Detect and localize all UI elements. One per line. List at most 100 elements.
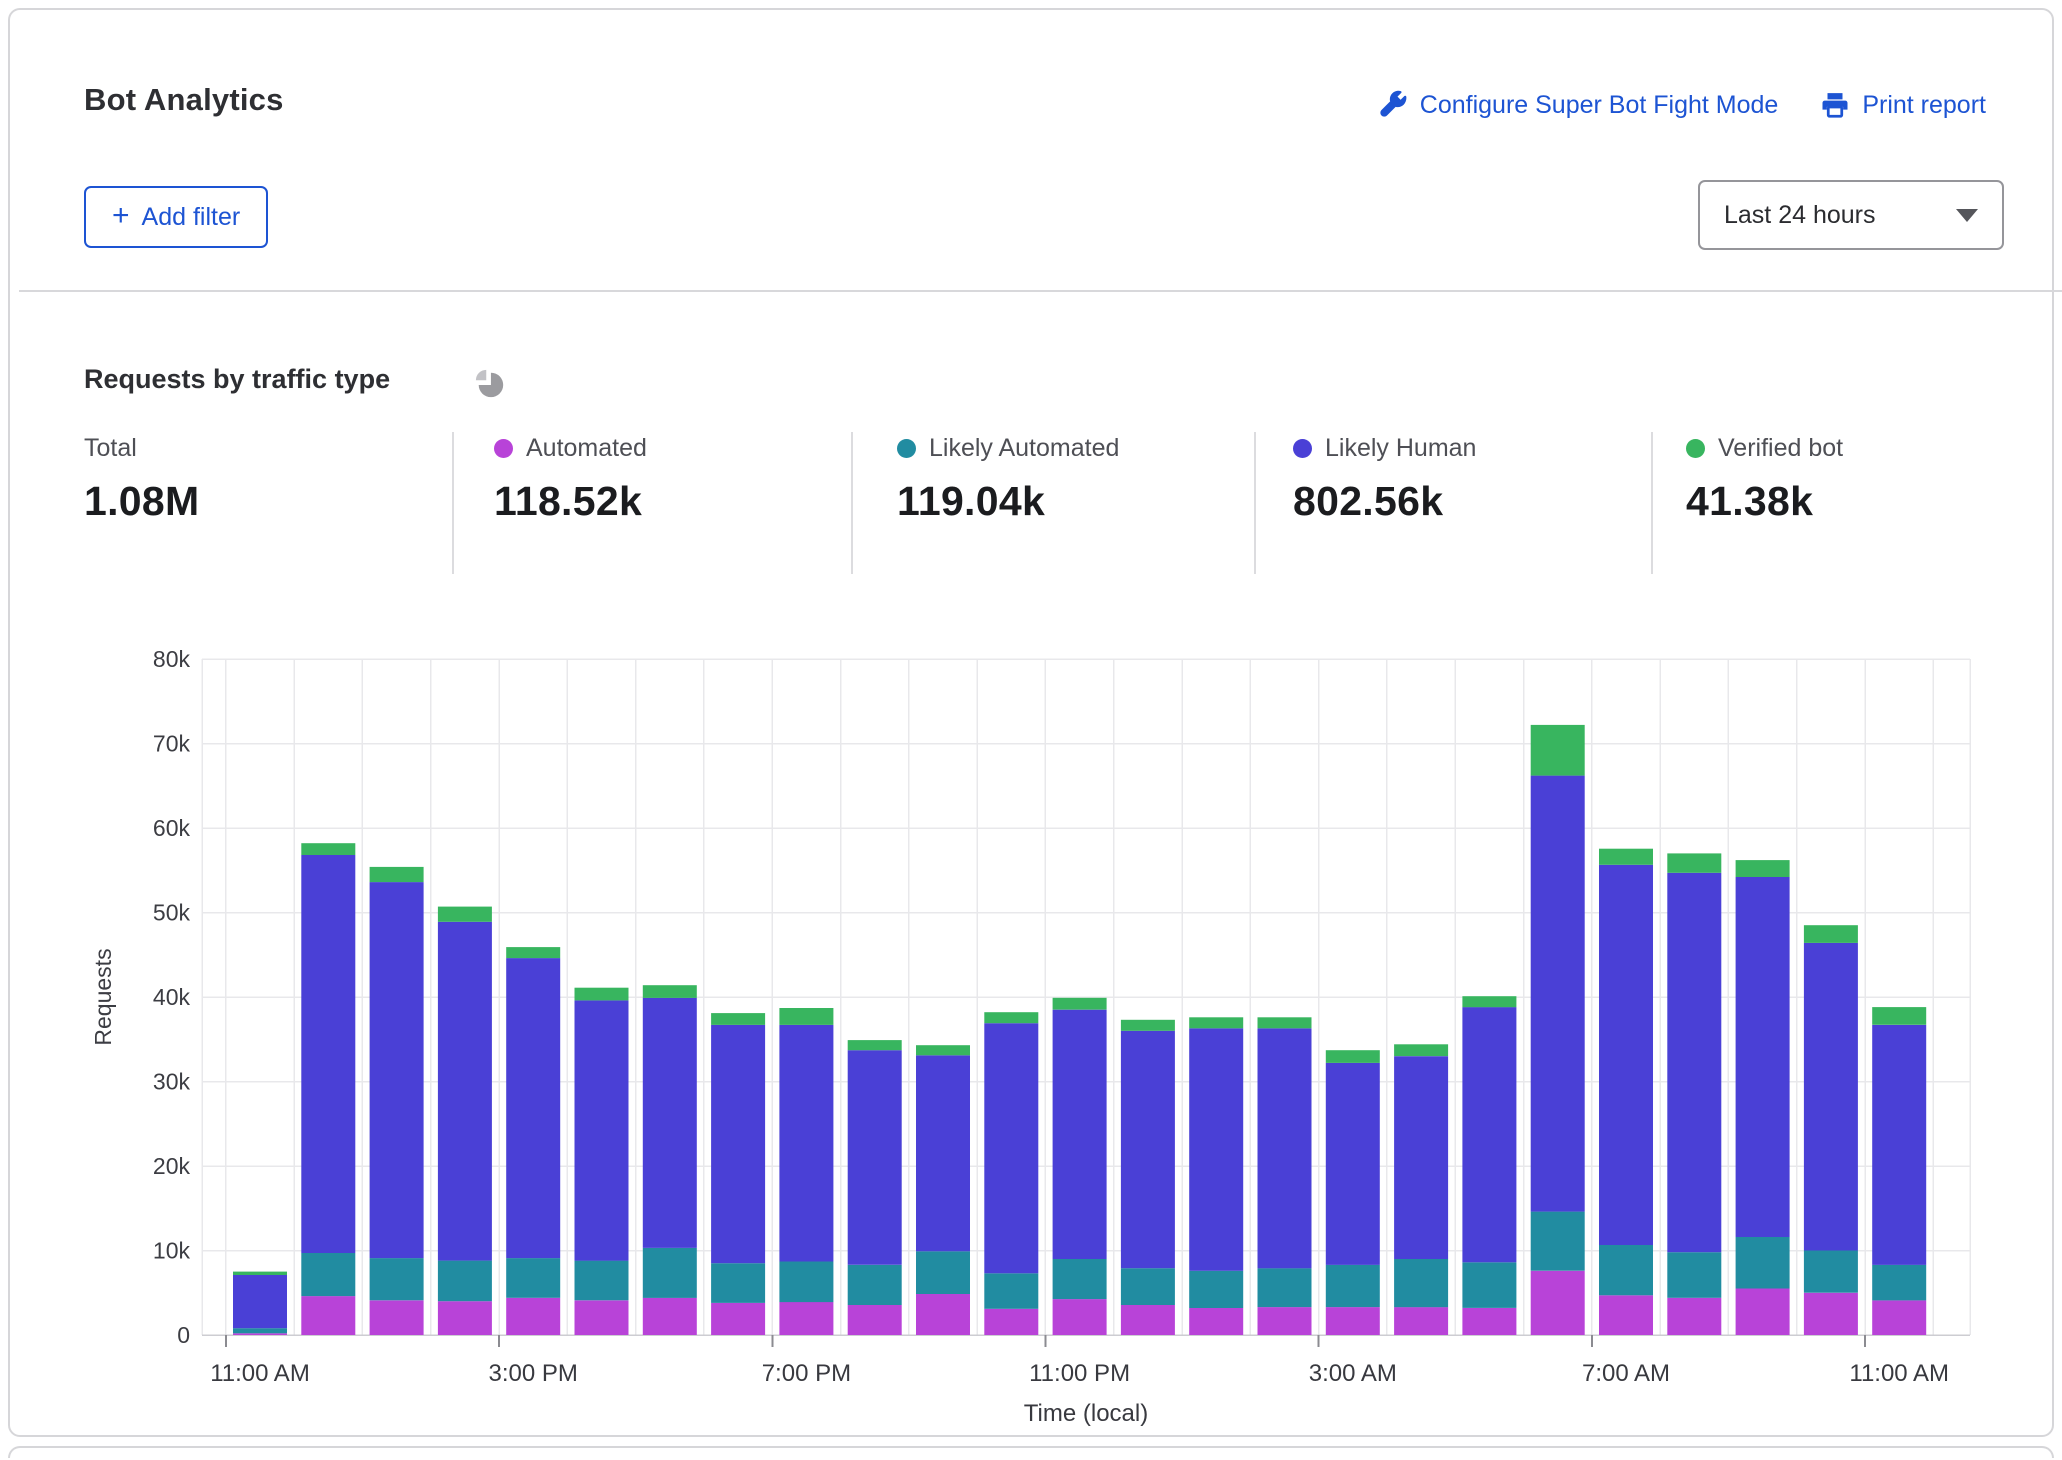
chart-bar[interactable] [984,1012,1038,1335]
chart-bar[interactable] [1258,1017,1312,1335]
chart-bar[interactable] [1736,860,1790,1335]
chart-bar[interactable] [301,843,355,1335]
bar-segment-automated[interactable] [1872,1300,1926,1335]
bar-segment-verified-bot[interactable] [848,1040,902,1050]
bar-segment-likely-human[interactable] [1804,943,1858,1251]
bar-segment-likely-automated[interactable] [1394,1259,1448,1307]
bar-segment-likely-human[interactable] [1736,877,1790,1237]
bar-segment-likely-human[interactable] [438,922,492,1261]
bar-segment-likely-human[interactable] [1667,873,1721,1252]
bar-segment-likely-automated[interactable] [1258,1268,1312,1307]
chart-bar[interactable] [1121,1020,1175,1335]
bar-segment-likely-human[interactable] [1326,1063,1380,1265]
bar-segment-likely-human[interactable] [1599,865,1653,1245]
bar-segment-automated[interactable] [779,1302,833,1335]
bar-segment-verified-bot[interactable] [1462,996,1516,1007]
bar-segment-verified-bot[interactable] [711,1013,765,1025]
bar-segment-likely-automated[interactable] [1804,1251,1858,1293]
chart-bar[interactable] [643,985,697,1335]
bar-segment-likely-automated[interactable] [506,1258,560,1298]
bar-segment-likely-automated[interactable] [575,1261,629,1301]
bar-segment-likely-human[interactable] [1121,1031,1175,1268]
bar-segment-verified-bot[interactable] [643,985,697,998]
bar-segment-likely-human[interactable] [1531,776,1585,1212]
bar-segment-likely-human[interactable] [575,1000,629,1260]
bar-segment-likely-automated[interactable] [1189,1271,1243,1308]
bar-segment-verified-bot[interactable] [1121,1020,1175,1031]
bar-segment-automated[interactable] [575,1300,629,1335]
bar-segment-likely-human[interactable] [643,998,697,1248]
bar-segment-verified-bot[interactable] [1053,998,1107,1010]
chart-bar[interactable] [1053,998,1107,1335]
bar-segment-verified-bot[interactable] [779,1008,833,1025]
bar-segment-automated[interactable] [506,1298,560,1335]
bar-segment-verified-bot[interactable] [1394,1044,1448,1056]
bar-segment-automated[interactable] [438,1301,492,1335]
bar-segment-likely-automated[interactable] [779,1262,833,1303]
bar-segment-likely-human[interactable] [1394,1056,1448,1259]
bar-segment-verified-bot[interactable] [1258,1017,1312,1028]
chart-bar[interactable] [1872,1007,1926,1335]
chart-bar[interactable] [1804,925,1858,1335]
bar-segment-automated[interactable] [848,1305,902,1335]
chart-bar[interactable] [1531,725,1585,1335]
bar-segment-likely-human[interactable] [779,1025,833,1262]
bar-segment-likely-human[interactable] [1872,1025,1926,1265]
bar-segment-likely-automated[interactable] [984,1273,1038,1309]
bar-segment-automated[interactable] [1189,1308,1243,1335]
bar-segment-likely-automated[interactable] [1667,1252,1721,1298]
bar-segment-likely-automated[interactable] [1121,1268,1175,1305]
bar-segment-likely-automated[interactable] [1736,1237,1790,1289]
bar-segment-automated[interactable] [984,1309,1038,1335]
bar-segment-verified-bot[interactable] [1326,1050,1380,1063]
chart-bar[interactable] [711,1013,765,1335]
bar-segment-likely-human[interactable] [916,1055,970,1251]
bar-segment-automated[interactable] [1258,1307,1312,1335]
bar-segment-verified-bot[interactable] [1599,849,1653,865]
chart-bar[interactable] [1189,1017,1243,1335]
bar-segment-verified-bot[interactable] [984,1012,1038,1023]
bar-segment-verified-bot[interactable] [575,988,629,1001]
chart-bar[interactable] [370,867,424,1335]
chart-bar[interactable] [779,1008,833,1335]
bar-segment-likely-automated[interactable] [643,1248,697,1298]
bar-segment-verified-bot[interactable] [233,1272,287,1275]
chart-bar[interactable] [1394,1044,1448,1335]
bar-segment-likely-human[interactable] [1462,1007,1516,1262]
bar-segment-likely-automated[interactable] [438,1261,492,1302]
bar-segment-automated[interactable] [1667,1298,1721,1335]
bar-segment-likely-human[interactable] [506,958,560,1258]
bar-segment-verified-bot[interactable] [506,947,560,958]
bar-segment-verified-bot[interactable] [1736,860,1790,877]
bar-segment-likely-human[interactable] [233,1275,287,1328]
bar-segment-verified-bot[interactable] [1531,725,1585,776]
bar-segment-verified-bot[interactable] [370,867,424,882]
bar-segment-automated[interactable] [1053,1299,1107,1335]
bar-segment-likely-human[interactable] [1258,1028,1312,1268]
chart-bar[interactable] [848,1040,902,1335]
bar-segment-likely-automated[interactable] [370,1258,424,1300]
chart-bar[interactable] [1667,853,1721,1335]
bar-segment-verified-bot[interactable] [1667,853,1721,872]
bar-segment-likely-human[interactable] [1053,1010,1107,1259]
bar-segment-verified-bot[interactable] [1189,1017,1243,1028]
bar-segment-likely-human[interactable] [711,1025,765,1263]
bar-segment-verified-bot[interactable] [1872,1007,1926,1025]
chart-bar[interactable] [1326,1050,1380,1335]
chart-bar[interactable] [506,947,560,1335]
bar-segment-automated[interactable] [711,1303,765,1335]
bar-segment-likely-automated[interactable] [1326,1265,1380,1307]
bar-segment-likely-human[interactable] [301,855,355,1253]
bar-segment-likely-automated[interactable] [301,1253,355,1296]
bar-segment-automated[interactable] [1736,1289,1790,1336]
bar-segment-likely-automated[interactable] [1531,1212,1585,1271]
bar-segment-automated[interactable] [1121,1305,1175,1335]
bar-segment-likely-human[interactable] [984,1023,1038,1273]
bar-segment-automated[interactable] [1599,1295,1653,1335]
chart-bar[interactable] [575,988,629,1335]
bar-segment-verified-bot[interactable] [1804,925,1858,943]
bar-segment-automated[interactable] [1462,1308,1516,1335]
bar-segment-automated[interactable] [1394,1307,1448,1335]
bar-segment-likely-automated[interactable] [233,1328,287,1333]
bar-segment-likely-automated[interactable] [711,1263,765,1303]
